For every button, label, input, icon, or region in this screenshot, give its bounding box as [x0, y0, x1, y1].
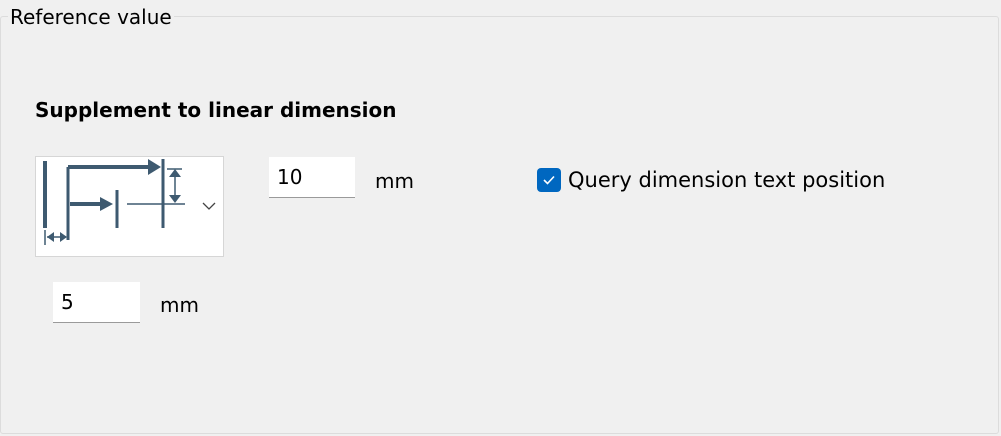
query-text-position-checkbox[interactable]: Query dimension text position	[537, 166, 885, 194]
linear-dimension-reference-icon	[43, 159, 185, 245]
checkbox-label: Query dimension text position	[568, 168, 886, 192]
offset-unit-label: mm	[375, 169, 414, 193]
offset-input[interactable]	[269, 157, 355, 198]
checkbox-checked-icon[interactable]	[537, 168, 561, 192]
checkmark-icon	[543, 175, 555, 185]
dimension-style-dropdown[interactable]	[35, 156, 224, 257]
group-title: Reference value	[8, 5, 174, 29]
spacing-input[interactable]	[53, 282, 140, 323]
spacing-unit-label: mm	[160, 293, 199, 317]
chevron-down-icon	[202, 202, 216, 210]
section-heading: Supplement to linear dimension	[35, 98, 397, 122]
